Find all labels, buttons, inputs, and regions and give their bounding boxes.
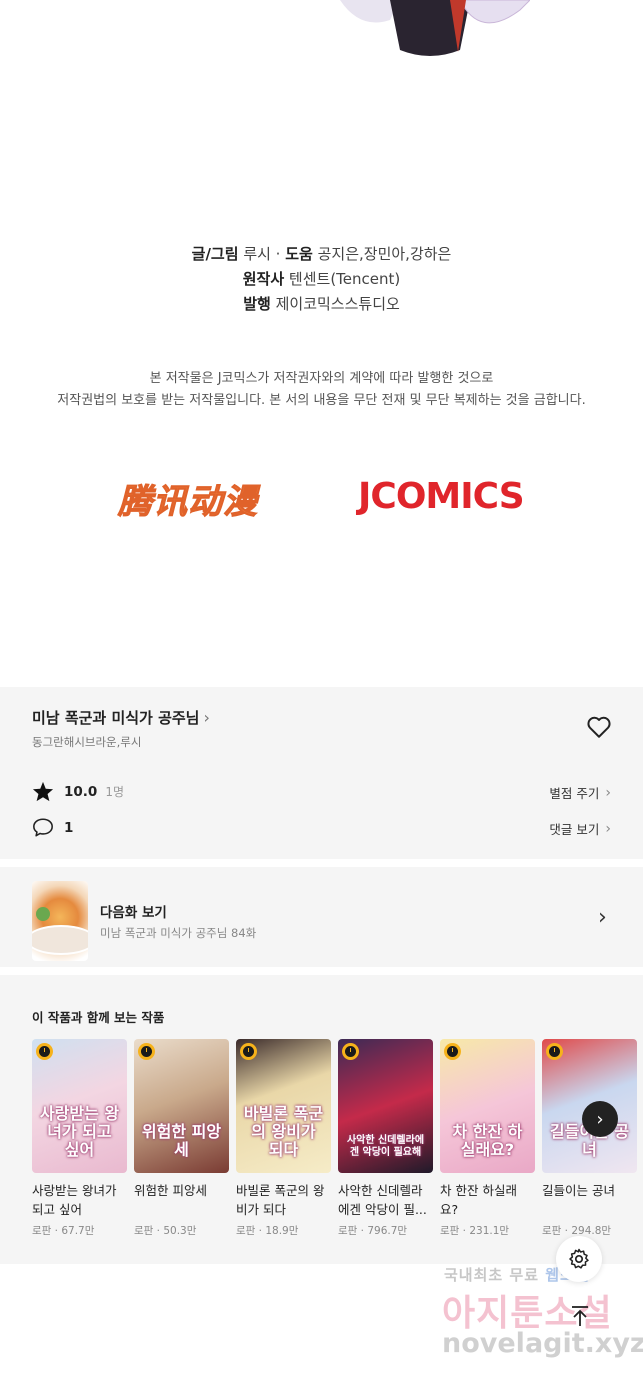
jcomics-logo: JCOMICS [358, 476, 525, 517]
recommendation-card[interactable]: 사랑받는 왕녀가 되고 싶어 사랑받는 왕녀가 되고 싶어 로판 · 67.7만 [32, 1039, 127, 1238]
view-comments-button[interactable]: 댓글 보기 › [549, 819, 611, 838]
chevron-right-icon: › [605, 784, 611, 801]
recommendation-meta: 로판 · 294.8만 [542, 1225, 612, 1237]
recommendation-title: 길들이는 공녀 [542, 1183, 615, 1198]
next-episode-thumbnail [32, 881, 88, 961]
clock-icon [240, 1043, 257, 1060]
recommendation-cover: 사랑받는 왕녀가 되고 싶어 [32, 1039, 127, 1173]
tencent-logo: 腾讯动漫 [118, 482, 258, 523]
recommendation-card[interactable]: 위험한 피앙세 위험한 피앙세 로판 · 50.3만 [134, 1039, 229, 1238]
next-episode-label: 다음화 보기 [100, 905, 167, 921]
rating-value: 10.0 [64, 783, 98, 800]
clock-icon [546, 1043, 563, 1060]
recommendation-title: 사랑받는 왕녀가 되고 싶어 [32, 1183, 117, 1217]
recommendations-section: 이 작품과 함께 보는 작품 사랑받는 왕녀가 되고 싶어 사랑받는 왕녀가 되… [0, 975, 643, 1264]
recommendations-heading: 이 작품과 함께 보는 작품 [32, 1010, 165, 1025]
arrow-up-icon [572, 1306, 588, 1326]
work-info-panel: 미남 폭군과 미식가 공주님 › 동그란해시브라운,루시 10.0 1명 별점 … [0, 687, 643, 859]
work-authors: 동그란해시브라운,루시 [32, 735, 142, 749]
recommendation-meta: 로판 · 796.7만 [338, 1225, 408, 1237]
recommendation-meta: 로판 · 67.7만 [32, 1225, 95, 1237]
credits-line-original: 원작사 텐센트(Tencent) [242, 270, 401, 288]
recommendation-cover: 차 한잔 하실래요? [440, 1039, 535, 1173]
clock-icon [444, 1043, 461, 1060]
chevron-right-icon: › [203, 708, 210, 727]
chevron-right-icon: › [598, 905, 607, 930]
work-title: 미남 폭군과 미식가 공주님 [32, 709, 200, 727]
settings-icon [569, 1248, 589, 1269]
credits-line-publisher: 발행 제이코믹스스튜디오 [243, 295, 400, 313]
recommendation-title: 차 한잔 하실래요? [440, 1183, 517, 1217]
credits-line-author: 글/그림 루시 · 도움 공지은,장민아,강하은 [191, 245, 452, 263]
clock-icon [36, 1043, 53, 1060]
rating-row: 10.0 1명 [32, 781, 124, 802]
scroll-to-top-button[interactable] [566, 1302, 594, 1330]
recommendation-card[interactable]: 차 한잔 하실래요? 차 한잔 하실래요? 로판 · 231.1만 [440, 1039, 535, 1238]
rate-button[interactable]: 별점 주기 › [549, 783, 611, 802]
recommendation-title: 사악한 신데렐라에겐 악당이 필... [338, 1183, 427, 1217]
recommendation-cover: 바빌론 폭군의 왕비가 되다 [236, 1039, 331, 1173]
star-icon [32, 781, 54, 802]
episode-illustration [340, 0, 530, 56]
recommendation-title: 바빌론 폭군의 왕비가 되다 [236, 1183, 325, 1217]
chevron-right-icon: › [605, 820, 611, 837]
recommendation-card[interactable]: 사악한 신데렐라에겐 악당이 필요해 사악한 신데렐라에겐 악당이 필... 로… [338, 1039, 433, 1238]
copyright-notice: 본 저작물은 J코믹스가 저작권자와의 계약에 따라 발행한 것으로 저작권법의… [57, 371, 586, 408]
chevron-right-icon: › [596, 1108, 604, 1130]
rating-count: 1명 [105, 785, 124, 799]
recommendation-title: 위험한 피앙세 [134, 1183, 207, 1198]
next-episode-subtitle: 미남 폭군과 미식가 공주님 84화 [100, 926, 257, 940]
carousel-next-button[interactable]: › [582, 1101, 618, 1137]
recommendation-card[interactable]: 바빌론 폭군의 왕비가 되다 바빌론 폭군의 왕비가 되다 로판 · 18.9만 [236, 1039, 331, 1238]
clock-icon [138, 1043, 155, 1060]
work-title-link[interactable]: 미남 폭군과 미식가 공주님 › [32, 707, 210, 728]
recommendation-meta: 로판 · 18.9만 [236, 1225, 299, 1237]
credits: 글/그림 루시 · 도움 공지은,장민아,강하은 원작사 텐센트(Tencent… [0, 242, 643, 317]
watermark: 국내최초 무료 웹소설 아지툰소설 novelagit.xyz [442, 1266, 643, 1359]
viewer-page: 글/그림 루시 · 도움 공지은,장민아,강하은 원작사 텐센트(Tencent… [0, 0, 643, 1380]
recommendation-card[interactable]: 길들이는 공녀 길들이는 공녀 로판 · 294.8만 [542, 1039, 637, 1238]
publisher-logos: 腾讯动漫 JCOMICS [0, 470, 643, 530]
recommendation-meta: 로판 · 50.3만 [134, 1225, 197, 1237]
settings-button[interactable] [556, 1236, 602, 1282]
clock-icon [342, 1043, 359, 1060]
comment-row: 1 [32, 817, 73, 838]
recommendation-cover: 사악한 신데렐라에겐 악당이 필요해 [338, 1039, 433, 1173]
recommendation-cover: 위험한 피앙세 [134, 1039, 229, 1173]
next-episode-card[interactable]: 다음화 보기 미남 폭군과 미식가 공주님 84화 › [0, 863, 643, 971]
heart-icon[interactable] [586, 715, 612, 739]
comment-count: 1 [64, 819, 74, 836]
recommendation-meta: 로판 · 231.1만 [440, 1225, 510, 1237]
comment-icon [33, 818, 53, 837]
